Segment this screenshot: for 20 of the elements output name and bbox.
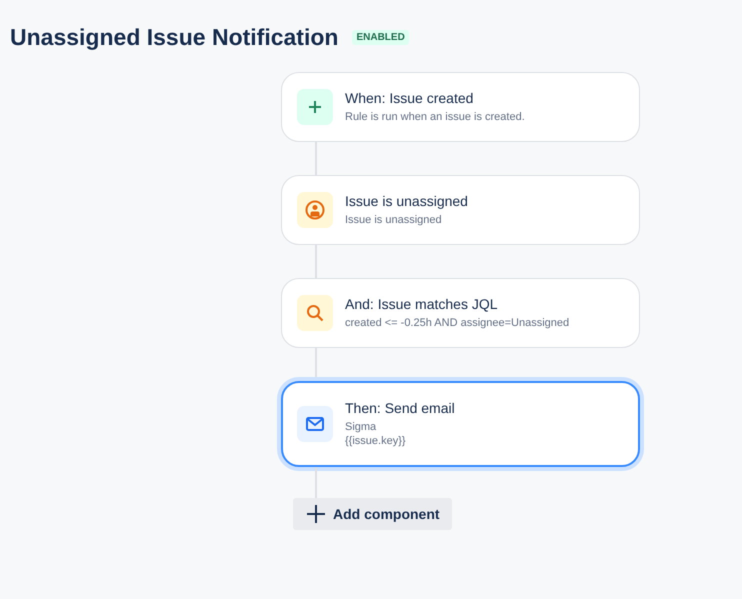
plus-icon xyxy=(307,505,325,523)
user-icon xyxy=(305,200,325,220)
rule-component-card[interactable]: Issue is unassigned Issue is unassigned xyxy=(281,175,640,245)
component-description: Rule is run when an issue is created. xyxy=(345,110,525,124)
rule-component-card[interactable]: When: Issue created Rule is run when an issue is created. xyxy=(281,72,640,142)
component-title: Then: Send email xyxy=(345,400,455,416)
envelope-icon xyxy=(306,417,324,431)
status-lozenge: ENABLED xyxy=(352,30,409,45)
search-icon xyxy=(306,304,324,322)
component-description: {{issue.key}} xyxy=(345,434,407,448)
add-component-button[interactable]: Add component xyxy=(293,498,452,530)
component-title: When: Issue created xyxy=(345,90,474,106)
plus-icon xyxy=(308,100,322,114)
component-description: Issue is unassigned xyxy=(345,213,443,227)
component-title: And: Issue matches JQL xyxy=(345,296,499,312)
component-description: created <= -0.25h AND assignee=Unassigned xyxy=(345,316,570,330)
component-title: Issue is unassigned xyxy=(345,193,468,209)
component-description: Sigma xyxy=(345,420,378,434)
rule-component-card[interactable]: And: Issue matches JQL created <= -0.25h AND assignee=Unassigned xyxy=(281,278,640,348)
rule-title: Unassigned Issue Notification xyxy=(10,24,338,51)
